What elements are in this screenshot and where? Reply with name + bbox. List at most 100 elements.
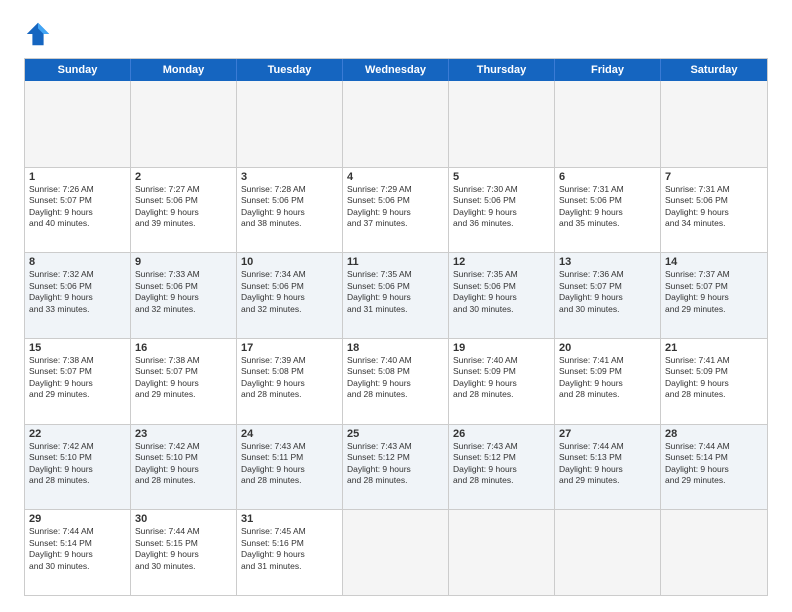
- cell-info: Sunrise: 7:29 AM Sunset: 5:06 PM Dayligh…: [347, 184, 444, 230]
- calendar-cell: 5Sunrise: 7:30 AM Sunset: 5:06 PM Daylig…: [449, 168, 555, 253]
- header-day-saturday: Saturday: [661, 59, 767, 81]
- header-day-thursday: Thursday: [449, 59, 555, 81]
- cell-info: Sunrise: 7:38 AM Sunset: 5:07 PM Dayligh…: [135, 355, 232, 401]
- cell-info: Sunrise: 7:38 AM Sunset: 5:07 PM Dayligh…: [29, 355, 126, 401]
- calendar-cell: 24Sunrise: 7:43 AM Sunset: 5:11 PM Dayli…: [237, 425, 343, 510]
- header-day-tuesday: Tuesday: [237, 59, 343, 81]
- cell-info: Sunrise: 7:44 AM Sunset: 5:14 PM Dayligh…: [29, 526, 126, 572]
- cell-info: Sunrise: 7:39 AM Sunset: 5:08 PM Dayligh…: [241, 355, 338, 401]
- cell-info: Sunrise: 7:43 AM Sunset: 5:12 PM Dayligh…: [453, 441, 550, 487]
- cell-info: Sunrise: 7:40 AM Sunset: 5:09 PM Dayligh…: [453, 355, 550, 401]
- day-number: 17: [241, 342, 338, 354]
- calendar-row: [25, 81, 767, 167]
- calendar-row: 1Sunrise: 7:26 AM Sunset: 5:07 PM Daylig…: [25, 167, 767, 253]
- cell-info: Sunrise: 7:45 AM Sunset: 5:16 PM Dayligh…: [241, 526, 338, 572]
- day-number: 13: [559, 256, 656, 268]
- cell-info: Sunrise: 7:44 AM Sunset: 5:14 PM Dayligh…: [665, 441, 763, 487]
- day-number: 14: [665, 256, 763, 268]
- logo: [24, 20, 56, 48]
- calendar-cell: 12Sunrise: 7:35 AM Sunset: 5:06 PM Dayli…: [449, 253, 555, 338]
- cell-info: Sunrise: 7:32 AM Sunset: 5:06 PM Dayligh…: [29, 269, 126, 315]
- calendar-cell: 11Sunrise: 7:35 AM Sunset: 5:06 PM Dayli…: [343, 253, 449, 338]
- cell-info: Sunrise: 7:31 AM Sunset: 5:06 PM Dayligh…: [559, 184, 656, 230]
- calendar-cell: 14Sunrise: 7:37 AM Sunset: 5:07 PM Dayli…: [661, 253, 767, 338]
- calendar-cell: 18Sunrise: 7:40 AM Sunset: 5:08 PM Dayli…: [343, 339, 449, 424]
- calendar-cell: 31Sunrise: 7:45 AM Sunset: 5:16 PM Dayli…: [237, 510, 343, 595]
- day-number: 9: [135, 256, 232, 268]
- cell-info: Sunrise: 7:33 AM Sunset: 5:06 PM Dayligh…: [135, 269, 232, 315]
- day-number: 25: [347, 428, 444, 440]
- calendar-cell: 7Sunrise: 7:31 AM Sunset: 5:06 PM Daylig…: [661, 168, 767, 253]
- cell-info: Sunrise: 7:36 AM Sunset: 5:07 PM Dayligh…: [559, 269, 656, 315]
- day-number: 21: [665, 342, 763, 354]
- calendar-cell: 30Sunrise: 7:44 AM Sunset: 5:15 PM Dayli…: [131, 510, 237, 595]
- calendar-cell: [555, 81, 661, 167]
- day-number: 20: [559, 342, 656, 354]
- calendar-cell: [661, 81, 767, 167]
- day-number: 5: [453, 171, 550, 183]
- calendar-cell: [449, 510, 555, 595]
- day-number: 4: [347, 171, 444, 183]
- cell-info: Sunrise: 7:34 AM Sunset: 5:06 PM Dayligh…: [241, 269, 338, 315]
- cell-info: Sunrise: 7:31 AM Sunset: 5:06 PM Dayligh…: [665, 184, 763, 230]
- calendar-cell: 27Sunrise: 7:44 AM Sunset: 5:13 PM Dayli…: [555, 425, 661, 510]
- cell-info: Sunrise: 7:28 AM Sunset: 5:06 PM Dayligh…: [241, 184, 338, 230]
- day-number: 10: [241, 256, 338, 268]
- calendar-header: SundayMondayTuesdayWednesdayThursdayFrid…: [25, 59, 767, 81]
- calendar-cell: 23Sunrise: 7:42 AM Sunset: 5:10 PM Dayli…: [131, 425, 237, 510]
- calendar-cell: 15Sunrise: 7:38 AM Sunset: 5:07 PM Dayli…: [25, 339, 131, 424]
- day-number: 12: [453, 256, 550, 268]
- calendar-row: 8Sunrise: 7:32 AM Sunset: 5:06 PM Daylig…: [25, 252, 767, 338]
- header-day-sunday: Sunday: [25, 59, 131, 81]
- calendar-cell: 3Sunrise: 7:28 AM Sunset: 5:06 PM Daylig…: [237, 168, 343, 253]
- calendar-cell: 10Sunrise: 7:34 AM Sunset: 5:06 PM Dayli…: [237, 253, 343, 338]
- calendar-cell: 8Sunrise: 7:32 AM Sunset: 5:06 PM Daylig…: [25, 253, 131, 338]
- header-day-friday: Friday: [555, 59, 661, 81]
- calendar-cell: [343, 510, 449, 595]
- calendar-cell: 4Sunrise: 7:29 AM Sunset: 5:06 PM Daylig…: [343, 168, 449, 253]
- calendar-cell: 2Sunrise: 7:27 AM Sunset: 5:06 PM Daylig…: [131, 168, 237, 253]
- day-number: 22: [29, 428, 126, 440]
- day-number: 30: [135, 513, 232, 525]
- calendar-row: 15Sunrise: 7:38 AM Sunset: 5:07 PM Dayli…: [25, 338, 767, 424]
- cell-info: Sunrise: 7:35 AM Sunset: 5:06 PM Dayligh…: [453, 269, 550, 315]
- calendar-cell: 21Sunrise: 7:41 AM Sunset: 5:09 PM Dayli…: [661, 339, 767, 424]
- day-number: 31: [241, 513, 338, 525]
- calendar-body: 1Sunrise: 7:26 AM Sunset: 5:07 PM Daylig…: [25, 81, 767, 595]
- calendar-cell: 28Sunrise: 7:44 AM Sunset: 5:14 PM Dayli…: [661, 425, 767, 510]
- calendar-cell: [661, 510, 767, 595]
- calendar-cell: 20Sunrise: 7:41 AM Sunset: 5:09 PM Dayli…: [555, 339, 661, 424]
- calendar-cell: [449, 81, 555, 167]
- day-number: 29: [29, 513, 126, 525]
- day-number: 2: [135, 171, 232, 183]
- cell-info: Sunrise: 7:35 AM Sunset: 5:06 PM Dayligh…: [347, 269, 444, 315]
- calendar-cell: 6Sunrise: 7:31 AM Sunset: 5:06 PM Daylig…: [555, 168, 661, 253]
- header-day-wednesday: Wednesday: [343, 59, 449, 81]
- day-number: 8: [29, 256, 126, 268]
- day-number: 15: [29, 342, 126, 354]
- calendar-cell: [25, 81, 131, 167]
- day-number: 1: [29, 171, 126, 183]
- day-number: 23: [135, 428, 232, 440]
- cell-info: Sunrise: 7:42 AM Sunset: 5:10 PM Dayligh…: [135, 441, 232, 487]
- day-number: 6: [559, 171, 656, 183]
- cell-info: Sunrise: 7:42 AM Sunset: 5:10 PM Dayligh…: [29, 441, 126, 487]
- calendar-cell: [237, 81, 343, 167]
- calendar-row: 29Sunrise: 7:44 AM Sunset: 5:14 PM Dayli…: [25, 509, 767, 595]
- calendar-cell: 19Sunrise: 7:40 AM Sunset: 5:09 PM Dayli…: [449, 339, 555, 424]
- day-number: 27: [559, 428, 656, 440]
- logo-icon: [24, 20, 52, 48]
- cell-info: Sunrise: 7:40 AM Sunset: 5:08 PM Dayligh…: [347, 355, 444, 401]
- calendar: SundayMondayTuesdayWednesdayThursdayFrid…: [24, 58, 768, 596]
- calendar-cell: 16Sunrise: 7:38 AM Sunset: 5:07 PM Dayli…: [131, 339, 237, 424]
- day-number: 3: [241, 171, 338, 183]
- cell-info: Sunrise: 7:41 AM Sunset: 5:09 PM Dayligh…: [559, 355, 656, 401]
- cell-info: Sunrise: 7:43 AM Sunset: 5:11 PM Dayligh…: [241, 441, 338, 487]
- cell-info: Sunrise: 7:43 AM Sunset: 5:12 PM Dayligh…: [347, 441, 444, 487]
- day-number: 19: [453, 342, 550, 354]
- header-day-monday: Monday: [131, 59, 237, 81]
- calendar-cell: 22Sunrise: 7:42 AM Sunset: 5:10 PM Dayli…: [25, 425, 131, 510]
- calendar-cell: 9Sunrise: 7:33 AM Sunset: 5:06 PM Daylig…: [131, 253, 237, 338]
- cell-info: Sunrise: 7:44 AM Sunset: 5:15 PM Dayligh…: [135, 526, 232, 572]
- cell-info: Sunrise: 7:44 AM Sunset: 5:13 PM Dayligh…: [559, 441, 656, 487]
